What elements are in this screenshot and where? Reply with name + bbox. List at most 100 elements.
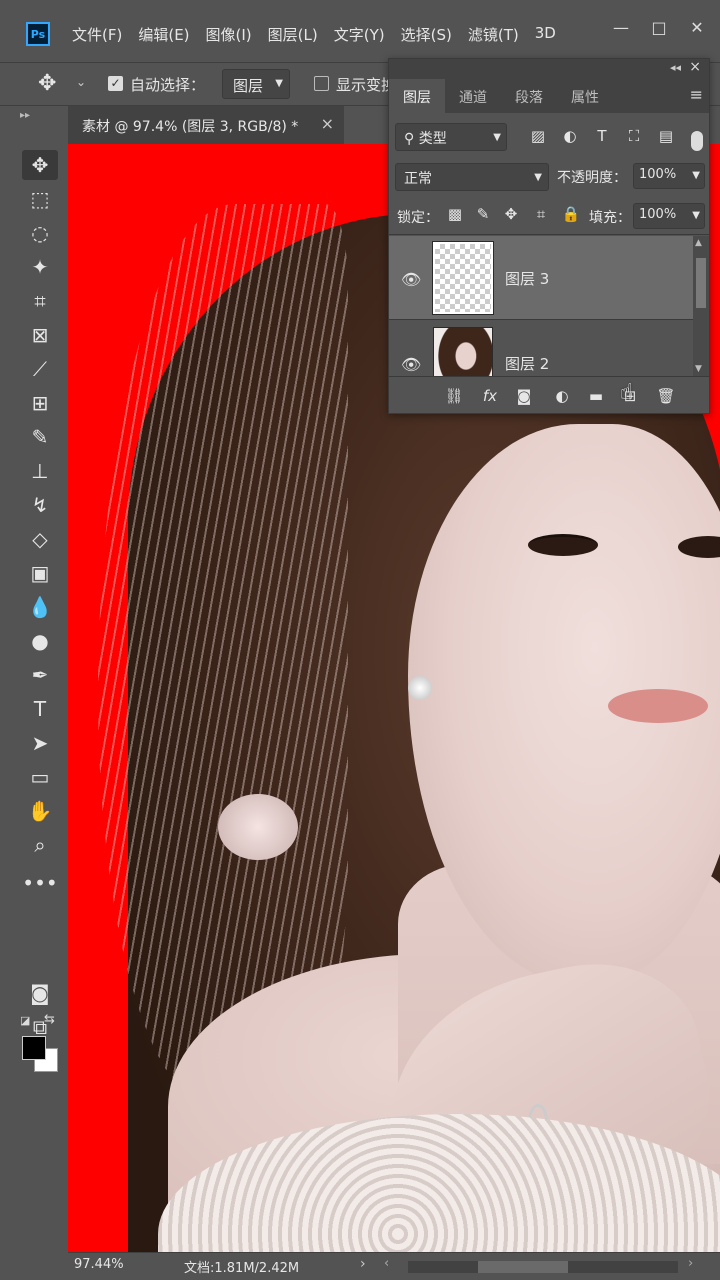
filter-toggle[interactable] — [691, 131, 703, 151]
fill-field[interactable]: 100% ▼ — [633, 203, 705, 229]
layer-name[interactable]: 图层 2 — [505, 353, 549, 374]
stamp-tool-icon[interactable]: ⊥ — [22, 456, 58, 486]
hand-tool-icon[interactable]: ✋ — [22, 796, 58, 826]
chevron-down-icon: ▼ — [692, 210, 700, 221]
eraser-tool-icon[interactable]: ◇ — [22, 524, 58, 554]
opacity-field[interactable]: 100% ▼ — [633, 163, 705, 189]
menu-select[interactable]: 选择(S) — [393, 20, 460, 49]
delete-layer-icon[interactable]: 🗑 — [653, 383, 679, 409]
document-tab[interactable]: 素材 @ 97.4% (图层 3, RGB/8) * × — [68, 106, 344, 144]
move-tool-preset-icon[interactable]: ✥ — [38, 71, 56, 96]
blend-mode-dropdown[interactable]: 正常 ▼ — [395, 163, 549, 191]
lasso-tool-icon[interactable]: ◌ — [22, 218, 58, 248]
zoom-tool-icon[interactable]: ⌕ — [22, 830, 58, 860]
layer-list-scrollbar[interactable]: ▲ ▼ — [693, 236, 709, 376]
pixel-filter-icon[interactable]: ▨ — [527, 127, 549, 149]
panel-menu-icon[interactable]: ≡ — [690, 85, 703, 104]
screen-mode-icon[interactable]: ⧉ — [22, 1012, 58, 1042]
smart-object-filter-icon[interactable]: ▤ — [655, 127, 677, 149]
menu-type[interactable]: 文字(Y) — [326, 20, 393, 49]
layer-filter-value: 类型 — [418, 131, 447, 147]
blur-tool-icon[interactable]: 💧 — [22, 592, 58, 622]
crop-tool-icon[interactable]: ⌗ — [22, 286, 58, 316]
layer-thumbnail[interactable] — [433, 327, 493, 376]
healing-brush-tool-icon[interactable]: ⊞ — [22, 388, 58, 418]
brush-tool-icon[interactable]: ✎ — [22, 422, 58, 452]
layer-style-icon[interactable]: fx — [477, 383, 503, 409]
fill-value: 100% — [639, 207, 677, 222]
tab-channels[interactable]: 通道 — [445, 79, 501, 113]
visibility-eye-icon[interactable]: 👁 — [401, 270, 421, 289]
tab-layers[interactable]: 图层 — [389, 79, 445, 113]
tab-properties[interactable]: 属性 — [557, 79, 613, 113]
chevron-down-icon[interactable]: ⌄ — [76, 75, 86, 89]
scroll-left-icon[interactable]: ‹ — [384, 1256, 389, 1271]
menu-file[interactable]: 文件(F) — [64, 20, 130, 49]
layer-thumbnail[interactable] — [432, 241, 494, 315]
menu-edit[interactable]: 编辑(E) — [130, 20, 197, 49]
opacity-value: 100% — [639, 167, 677, 182]
lock-all-icon[interactable]: 🔒 — [561, 205, 581, 225]
auto-select-target-value: 图层 — [233, 77, 264, 95]
path-selection-tool-icon[interactable]: ➤ — [22, 728, 58, 758]
quick-mask-icon[interactable]: ◙ — [22, 978, 58, 1008]
type-filter-icon[interactable]: T — [591, 127, 613, 149]
auto-select-checkbox[interactable]: ✓ — [108, 76, 123, 91]
lock-artboard-icon[interactable]: ⌗ — [531, 205, 551, 225]
layer-filter-dropdown[interactable]: ⚲ 类型 ▼ — [395, 123, 507, 151]
rectangle-tool-icon[interactable]: ▭ — [22, 762, 58, 792]
scroll-thumb[interactable] — [696, 258, 706, 308]
menu-3d[interactable]: 3D — [527, 20, 564, 49]
eyedropper-tool-icon[interactable]: ⟋ — [22, 354, 58, 384]
adjustment-filter-icon[interactable]: ◐ — [559, 127, 581, 149]
tab-strip — [344, 106, 388, 144]
layer-name[interactable]: 图层 3 — [505, 268, 549, 289]
visibility-eye-icon[interactable]: 👁 — [401, 355, 421, 374]
layer-row[interactable]: 👁 图层 2 — [389, 321, 693, 376]
move-tool-icon[interactable]: ✥ — [22, 150, 58, 180]
minimize-icon[interactable]: — — [606, 14, 636, 40]
menu-layer[interactable]: 图层(L) — [260, 20, 326, 49]
menu-filter[interactable]: 滤镜(T) — [460, 20, 527, 49]
panel-tabs: 图层 通道 段落 属性 — [389, 79, 709, 113]
document-size: 文档:1.81M/2.42M — [184, 1261, 300, 1276]
panel-header[interactable]: ◂◂ × — [389, 59, 709, 79]
history-brush-tool-icon[interactable]: ↯ — [22, 490, 58, 520]
close-panel-icon[interactable]: × — [689, 59, 701, 75]
shape-filter-icon[interactable]: ⛶ — [623, 127, 645, 149]
lock-position-icon[interactable]: ✥ — [501, 205, 521, 225]
scroll-up-icon[interactable]: ▲ — [695, 238, 702, 248]
maximize-icon[interactable]: □ — [644, 14, 674, 40]
lock-transparent-icon[interactable]: ▩ — [445, 205, 465, 225]
marquee-tool-icon[interactable]: ⬚ — [22, 184, 58, 214]
frame-tool-icon[interactable]: ⊠ — [22, 320, 58, 350]
auto-select-target-dropdown[interactable]: 图层 ▼ — [222, 69, 290, 99]
show-transform-checkbox[interactable] — [314, 76, 329, 91]
layer-actions-bar: ⛓ fx ◙ ◐ ▬ ⊞ 🗑 — [389, 376, 709, 414]
link-layers-icon[interactable]: ⛓ — [441, 383, 467, 409]
close-window-icon[interactable]: ✕ — [682, 14, 712, 40]
tab-paragraph[interactable]: 段落 — [501, 79, 557, 113]
dodge-tool-icon[interactable]: ● — [22, 626, 58, 656]
status-menu-arrow-icon[interactable]: › — [360, 1256, 366, 1272]
more-tools-icon[interactable]: ••• — [22, 868, 58, 898]
collapse-icon[interactable]: ▸▸ — [20, 110, 30, 121]
new-group-icon[interactable]: ▬ — [583, 383, 609, 409]
type-tool-icon[interactable]: T — [22, 694, 58, 724]
menu-image[interactable]: 图像(I) — [198, 20, 260, 49]
close-tab-icon[interactable]: × — [321, 114, 334, 133]
adjustment-layer-icon[interactable]: ◐ — [549, 383, 575, 409]
lock-image-icon[interactable]: ✎ — [473, 205, 493, 225]
scroll-down-icon[interactable]: ▼ — [695, 364, 702, 374]
gradient-tool-icon[interactable]: ▣ — [22, 558, 58, 588]
add-mask-icon[interactable]: ◙ — [511, 383, 537, 409]
earring — [408, 676, 432, 700]
magic-wand-tool-icon[interactable]: ✦ — [22, 252, 58, 282]
horizontal-scroll-thumb[interactable] — [478, 1261, 568, 1273]
pen-tool-icon[interactable]: ✒ — [22, 660, 58, 690]
collapse-panel-icon[interactable]: ◂◂ — [670, 61, 681, 74]
layer-row[interactable]: 👁 图层 3 — [389, 236, 693, 320]
zoom-level[interactable]: 97.44% — [74, 1257, 124, 1272]
layers-panel: ◂◂ × 图层 通道 段落 属性 ≡ ⚲ 类型 ▼ ▨ ◐ T ⛶ ▤ 正常 ▼… — [388, 58, 710, 414]
scroll-right-icon[interactable]: › — [688, 1256, 693, 1271]
